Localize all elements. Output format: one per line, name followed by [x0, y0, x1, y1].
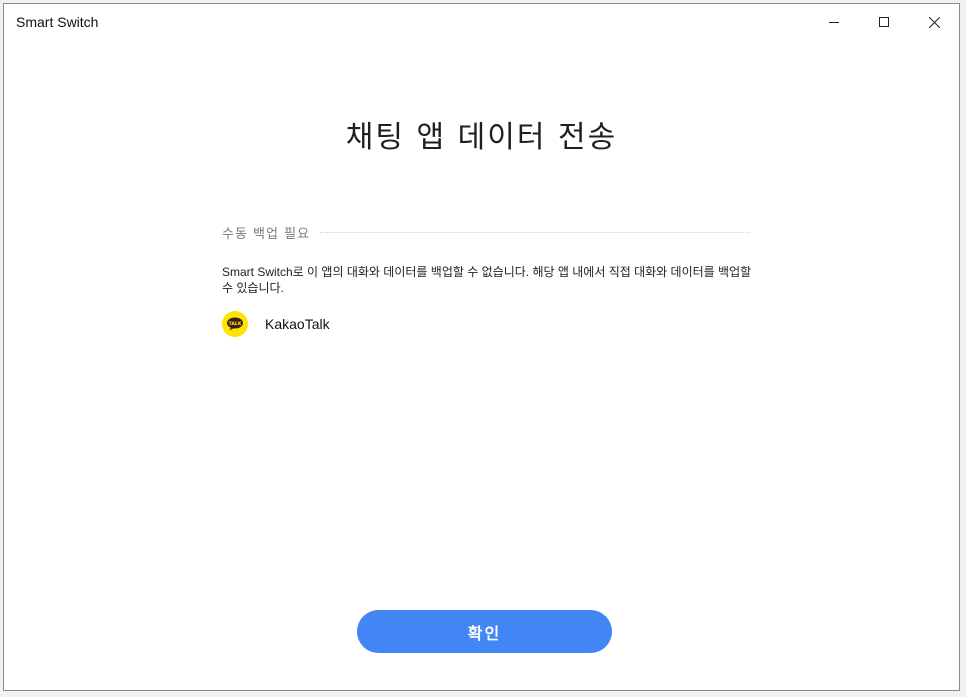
section-label: 수동 백업 필요 — [222, 226, 311, 242]
smart-switch-window: Smart Switch 채팅 앱 데이터 전송 수동 백업 필요 Smart … — [3, 3, 960, 691]
close-icon — [928, 16, 940, 28]
section-divider — [320, 231, 750, 233]
title-bar[interactable]: Smart Switch — [4, 4, 959, 40]
app-list-item: TALK KakaoTalk — [222, 310, 750, 338]
app-name: KakaoTalk — [265, 316, 330, 332]
confirm-button[interactable]: 확인 — [357, 610, 612, 653]
section-description: Smart Switch로 이 앱의 대화와 데이터를 백업할 수 없습니다. … — [222, 265, 752, 295]
svg-text:TALK: TALK — [229, 321, 242, 327]
minimize-button[interactable] — [809, 4, 859, 40]
maximize-button[interactable] — [859, 4, 909, 40]
maximize-icon — [879, 17, 889, 27]
page-title: 채팅 앱 데이터 전송 — [345, 120, 618, 155]
window-title: Smart Switch — [16, 14, 99, 30]
minimize-icon — [829, 22, 839, 23]
kakaotalk-icon: TALK — [222, 311, 248, 337]
close-button[interactable] — [909, 4, 959, 40]
window-controls — [809, 4, 959, 40]
manual-backup-section: 수동 백업 필요 Smart Switch로 이 앱의 대화와 데이터를 백업할… — [222, 222, 751, 338]
section-header: 수동 백업 필요 — [222, 222, 750, 242]
